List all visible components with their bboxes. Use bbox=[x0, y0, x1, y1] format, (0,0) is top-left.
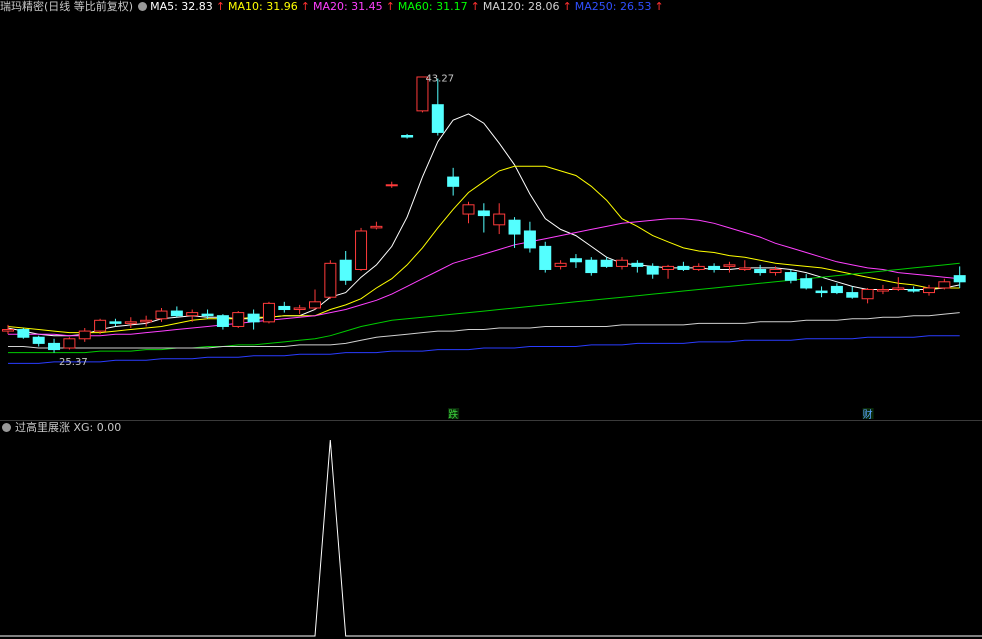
candle-body bbox=[554, 262, 567, 267]
candle-body bbox=[170, 310, 183, 317]
candle-body bbox=[155, 310, 168, 320]
candle-body bbox=[94, 319, 107, 332]
ma-line-ma10 bbox=[7, 165, 960, 334]
candle-body bbox=[677, 265, 690, 270]
candle-body bbox=[815, 290, 828, 294]
candle-body bbox=[216, 315, 229, 327]
candle-body bbox=[646, 265, 659, 275]
candle-body bbox=[385, 184, 398, 187]
candle-body bbox=[17, 329, 30, 338]
candle-body bbox=[723, 264, 736, 267]
candle-body bbox=[754, 268, 767, 274]
event-marker-1: 跌 bbox=[448, 408, 458, 420]
candle-body bbox=[339, 259, 352, 281]
indicator-chart[interactable] bbox=[0, 436, 982, 639]
candle-body bbox=[938, 281, 951, 289]
candle-body bbox=[124, 321, 137, 324]
candle-body bbox=[523, 230, 536, 249]
candle-body bbox=[769, 268, 782, 274]
candle-body bbox=[907, 289, 920, 292]
candle-body bbox=[247, 313, 260, 323]
candle-body bbox=[186, 312, 199, 317]
price-chart[interactable]: 43.27 25.37 跌 财 bbox=[0, 0, 982, 420]
low-price-label: 25.37 bbox=[59, 357, 88, 368]
candle-body bbox=[569, 258, 582, 263]
candle-body bbox=[861, 289, 874, 300]
candle-body bbox=[278, 305, 291, 311]
candle-body bbox=[78, 330, 91, 340]
candle-body bbox=[401, 135, 414, 138]
candle-body bbox=[447, 176, 460, 187]
candle-body bbox=[585, 259, 598, 274]
candle-body bbox=[32, 336, 45, 344]
xg-signal-line bbox=[0, 439, 982, 637]
candle-body bbox=[692, 265, 705, 270]
candle-body bbox=[923, 287, 935, 294]
candle-body bbox=[616, 259, 628, 267]
candle-body bbox=[477, 210, 490, 217]
candle-body bbox=[324, 262, 337, 298]
pane-divider[interactable] bbox=[0, 420, 982, 421]
indicator-title: 过高里展涨 bbox=[15, 421, 70, 434]
candle-body bbox=[662, 265, 675, 270]
candle-body bbox=[830, 285, 843, 294]
candle-body bbox=[846, 292, 859, 298]
indicator-legend: 过高里展涨 XG: 0.00 bbox=[0, 421, 121, 435]
candle-body bbox=[48, 342, 61, 351]
candle-body bbox=[600, 259, 613, 267]
candle-body bbox=[293, 307, 306, 311]
candle-body bbox=[631, 262, 644, 267]
candle-body bbox=[109, 321, 122, 324]
indicator-xg-value: XG: 0.00 bbox=[73, 421, 122, 434]
candle-body bbox=[2, 329, 14, 332]
candle-body bbox=[508, 219, 521, 235]
candle-body bbox=[953, 275, 966, 283]
candle-body bbox=[892, 287, 905, 290]
high-price-label: 43.27 bbox=[425, 73, 454, 84]
candle-body bbox=[493, 213, 506, 226]
candle-body bbox=[201, 313, 214, 317]
candle-body bbox=[232, 312, 245, 327]
ma-line-ma120 bbox=[8, 312, 960, 349]
candle-body bbox=[462, 204, 475, 215]
indicator-gear-icon[interactable] bbox=[2, 423, 11, 432]
candle-body bbox=[784, 272, 797, 281]
candle-body bbox=[738, 267, 751, 270]
candle-body bbox=[539, 245, 552, 270]
candle-body bbox=[370, 225, 383, 229]
candle-body bbox=[140, 319, 153, 323]
candle-body bbox=[800, 278, 813, 289]
candle-body bbox=[708, 265, 721, 270]
candle-body bbox=[262, 302, 275, 323]
candle-body bbox=[876, 289, 889, 292]
candle-body bbox=[309, 301, 321, 309]
event-marker-2: 财 bbox=[863, 408, 873, 420]
candle-body bbox=[355, 230, 368, 270]
candle-body bbox=[431, 104, 444, 133]
candle-body bbox=[63, 338, 76, 349]
